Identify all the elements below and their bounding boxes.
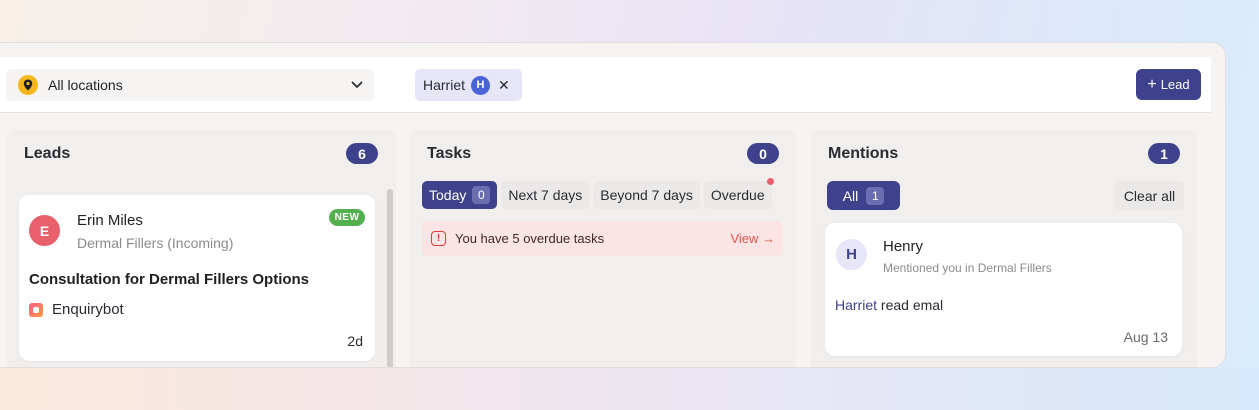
lead-card[interactable]: E Erin Miles Dermal Fillers (Incoming) N… [19, 195, 375, 361]
mention-date: Aug 13 [1123, 329, 1168, 345]
leads-count-badge: 6 [346, 143, 378, 164]
mention-card[interactable]: H Henry Mentioned you in Dermal Fillers … [825, 223, 1182, 356]
mentioned-user[interactable]: Harriet [835, 297, 877, 313]
chip-label: Harriet [423, 77, 466, 93]
clear-all-button[interactable]: Clear all [1115, 181, 1184, 210]
column-title: Mentions [828, 145, 899, 162]
add-lead-button[interactable]: + Lead [1136, 69, 1201, 100]
tasks-column: Tasks 0 Today 0 Next 7 days Beyond 7 day… [410, 129, 796, 367]
lead-title: Consultation for Dermal Fillers Options [29, 271, 310, 288]
avatar: H [836, 239, 867, 270]
scrollbar[interactable] [387, 189, 393, 367]
source-label: Enquirybot [52, 301, 124, 318]
tab-all[interactable]: All 1 [827, 181, 900, 210]
lead-age: 2d [347, 333, 363, 349]
lead-subtitle: Dermal Fillers (Incoming) [77, 235, 234, 251]
overdue-banner: ! You have 5 overdue tasks View → [422, 221, 783, 256]
background-gradient [0, 368, 1259, 410]
task-tabs: Today 0 Next 7 days Beyond 7 days Overdu… [422, 178, 774, 209]
app-window: All locations Harriet H ✕ + Lead Leads 6… [0, 42, 1226, 368]
location-pin-icon [18, 75, 38, 95]
mention-author: Henry [883, 238, 924, 255]
mention-filter: All 1 [827, 181, 900, 210]
mention-text: read emal [877, 297, 944, 313]
tab-label: Overdue [710, 187, 765, 203]
location-select-value: All locations [48, 77, 123, 93]
view-overdue-link[interactable]: View → [730, 231, 775, 246]
column-title: Tasks [427, 145, 472, 162]
mention-message: Harriet read emal [835, 297, 943, 313]
lead-source: Enquirybot [29, 301, 124, 318]
tab-label: Today [429, 187, 467, 203]
avatar: H [471, 75, 491, 95]
tasks-count-badge: 0 [747, 143, 779, 164]
leads-column: Leads 6 E Erin Miles Dermal Fillers (Inc… [7, 129, 396, 367]
enquirybot-icon [29, 302, 43, 317]
tab-today[interactable]: Today 0 [422, 181, 498, 209]
close-icon[interactable]: ✕ [498, 78, 510, 92]
top-bar: All locations Harriet H ✕ + Lead [0, 57, 1211, 113]
avatar: E [29, 215, 60, 246]
tab-count: 1 [866, 186, 885, 205]
mention-context: Mentioned you in Dermal Fillers [883, 261, 1052, 275]
mentions-count-badge: 1 [1148, 143, 1180, 164]
tab-count: 0 [472, 186, 491, 204]
alert-icon: ! [431, 231, 446, 246]
tab-label: All [842, 187, 859, 204]
location-select[interactable]: All locations [6, 69, 374, 101]
add-lead-label: Lead [1160, 77, 1190, 92]
tab-label: Next 7 days [508, 187, 583, 203]
column-title: Leads [24, 145, 71, 162]
tab-overdue[interactable]: Overdue [703, 178, 774, 209]
assignee-filter-chip[interactable]: Harriet H ✕ [415, 69, 522, 101]
notification-dot-icon [766, 178, 774, 185]
plus-icon: + [1147, 75, 1157, 93]
tab-beyond-7-days[interactable]: Beyond 7 days [593, 181, 700, 209]
tab-next-7-days[interactable]: Next 7 days [501, 181, 590, 209]
lead-name: Erin Miles [77, 212, 143, 229]
tab-label: Beyond 7 days [600, 187, 693, 203]
status-badge: NEW [329, 209, 365, 226]
mentions-column: Mentions 1 All 1 Clear all H Henry Menti… [811, 129, 1197, 367]
chevron-down-icon [350, 78, 364, 92]
overdue-text: You have 5 overdue tasks [455, 231, 605, 246]
